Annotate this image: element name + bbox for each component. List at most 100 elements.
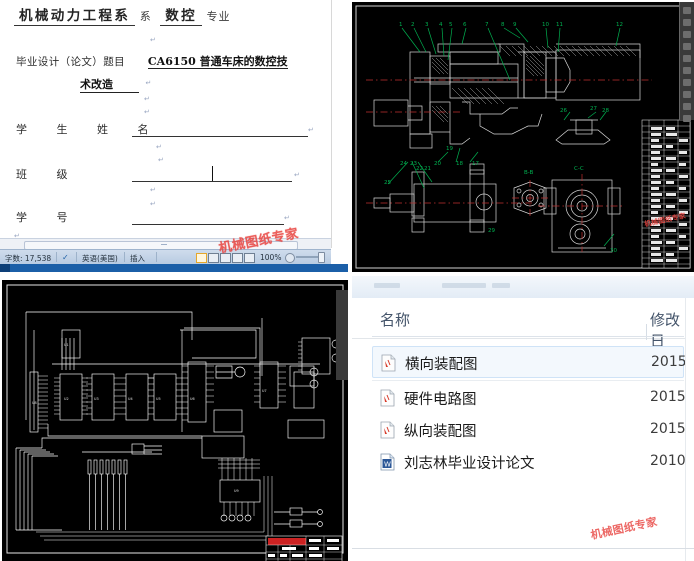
class-field: 班 级 ↵ bbox=[16, 165, 306, 185]
file-row-horizontal-assembly[interactable]: 横向装配图 2015 bbox=[372, 346, 687, 378]
cad-drawing-canvas: 123 456 789 10 11 12 2524 23 22 2120 1918 17 … bbox=[352, 2, 694, 272]
file-row-vertical-assembly[interactable]: 纵向装配图 2015 bbox=[372, 414, 686, 446]
paragraph-mark: ↵ bbox=[156, 144, 162, 151]
svg-text:25: 25 bbox=[384, 180, 391, 186]
student-id-label: 学 号 bbox=[16, 211, 81, 224]
svg-text:U9: U9 bbox=[234, 489, 239, 493]
header-underline bbox=[372, 336, 684, 337]
paragraph-mark: ↵ bbox=[284, 215, 290, 222]
paragraph-mark: ↵ bbox=[144, 96, 150, 103]
paragraph-mark: ↵ bbox=[308, 127, 314, 134]
file-name: 硬件电路图 bbox=[404, 392, 477, 408]
toolbar-print-button[interactable] bbox=[492, 283, 510, 288]
major-underline: 数控 bbox=[160, 4, 203, 26]
zoom-slider-knob[interactable] bbox=[318, 252, 325, 263]
svg-text:U8: U8 bbox=[32, 401, 37, 405]
file-name: 刘志林毕业设计论文 bbox=[404, 456, 535, 472]
explorer-bottom-divider bbox=[350, 548, 694, 549]
svg-text:11: 11 bbox=[556, 22, 563, 28]
word-count-label[interactable]: 字数: 17,538 bbox=[5, 253, 51, 264]
circuit-drawing-canvas: U1 U2 U3 U4 U5 U6 U7 U8 U9 bbox=[2, 280, 348, 561]
text-cursor bbox=[212, 166, 214, 181]
zoom-out-icon[interactable] bbox=[285, 253, 295, 263]
svg-text:U3: U3 bbox=[94, 397, 99, 401]
explorer-right-edge bbox=[685, 298, 694, 561]
svg-text:10: 10 bbox=[542, 22, 549, 28]
composite-screenshot: 机械动力工程系 系 数控 专业 ↵ 毕业设计（论文）题目 CA6150 普通车床… bbox=[0, 0, 694, 561]
view-draft-button[interactable] bbox=[244, 253, 255, 263]
view-print-layout-button[interactable] bbox=[196, 253, 207, 263]
document-header-line: 机械动力工程系 系 数控 专业 bbox=[14, 4, 314, 26]
paragraph-mark: ↵ bbox=[150, 187, 156, 194]
column-divider[interactable] bbox=[646, 324, 647, 340]
language-label[interactable]: 英语(美国) bbox=[82, 253, 118, 264]
student-id-field: 学 号 ↵ bbox=[16, 208, 306, 228]
taskbar-strip bbox=[0, 264, 348, 272]
file-name: 横向装配图 bbox=[405, 357, 478, 373]
view-full-screen-button[interactable] bbox=[208, 253, 219, 263]
paragraph-mark: ↵ bbox=[294, 172, 300, 179]
svg-text:U6: U6 bbox=[190, 397, 195, 401]
file-date: 2015 bbox=[650, 389, 686, 405]
dwg-file-icon bbox=[380, 389, 395, 407]
department-underline: 机械动力工程系 bbox=[14, 4, 136, 26]
svg-text:U2: U2 bbox=[64, 397, 69, 401]
svg-text:3: 3 bbox=[425, 22, 429, 28]
view-outline-button[interactable] bbox=[232, 253, 243, 263]
spellcheck-icon[interactable]: ✓ bbox=[62, 253, 69, 262]
svg-text:18: 18 bbox=[456, 161, 463, 167]
svg-text:7: 7 bbox=[485, 22, 489, 28]
panel-gap-vertical bbox=[348, 0, 352, 561]
student-name-label: 学 生 姓 名 bbox=[16, 123, 162, 136]
svg-text:20: 20 bbox=[434, 161, 441, 167]
insert-mode-label[interactable]: 插入 bbox=[130, 253, 145, 264]
svg-text:29: 29 bbox=[488, 228, 495, 234]
svg-text:21: 21 bbox=[424, 166, 431, 172]
dwg-file-icon bbox=[380, 421, 395, 439]
svg-text:C-C: C-C bbox=[574, 166, 584, 172]
cad-tool-palette[interactable] bbox=[679, 2, 694, 122]
svg-text:U4: U4 bbox=[128, 397, 133, 401]
svg-text:12: 12 bbox=[616, 22, 623, 28]
svg-text:4: 4 bbox=[439, 22, 443, 28]
toolbar-openwith-button[interactable] bbox=[442, 283, 486, 288]
thesis-title-line2: 术改造 bbox=[80, 76, 139, 93]
panel-gap-horizontal bbox=[0, 272, 348, 280]
svg-text:5: 5 bbox=[449, 22, 453, 28]
word-status-bar: 字数: 17,538 ✓ 英语(美国) 插入 100% bbox=[0, 249, 331, 264]
svg-text:9: 9 bbox=[513, 22, 517, 28]
file-date: 2015 bbox=[651, 354, 687, 370]
svg-text:24: 24 bbox=[400, 161, 407, 167]
file-row-hardware-circuit[interactable]: 硬件电路图 2015 bbox=[372, 382, 686, 414]
document-page: 机械动力工程系 系 数控 专业 ↵ 毕业设计（论文）题目 CA6150 普通车床… bbox=[0, 0, 332, 248]
thesis-title-block: 毕业设计（论文）题目 CA6150 普通车床的数控技 术改造 ↵ bbox=[16, 52, 316, 93]
department-text: 机械动力工程系 bbox=[19, 8, 131, 24]
svg-text:19: 19 bbox=[446, 146, 453, 152]
cad-assembly-panel: 123 456 789 10 11 12 25 24 23 22 21 20 19 18 17 … bbox=[352, 2, 694, 272]
svg-text:17: 17 bbox=[472, 161, 479, 167]
major-text: 数控 bbox=[165, 8, 198, 24]
svg-text:27: 27 bbox=[590, 106, 597, 112]
toolbar-organize-button[interactable] bbox=[374, 283, 400, 288]
circuit-schematic-panel: U1 U2 U3 U4 U5 U6 U7 U8 U9 bbox=[2, 280, 348, 561]
paragraph-mark: ↵ bbox=[144, 109, 150, 116]
department-suffix: 系 bbox=[139, 10, 152, 23]
explorer-toolbar[interactable] bbox=[350, 276, 694, 299]
cad-tool-palette-secondary[interactable] bbox=[336, 290, 348, 380]
svg-text:U1: U1 bbox=[64, 343, 69, 347]
paragraph-mark: ↵ bbox=[150, 201, 156, 208]
svg-text:U7: U7 bbox=[262, 389, 267, 393]
thesis-title-line1: CA6150 普通车床的数控技 bbox=[147, 55, 288, 69]
svg-text:1: 1 bbox=[399, 22, 403, 28]
file-row-thesis-document[interactable]: W 刘志林毕业设计论文 2010 bbox=[372, 446, 686, 478]
svg-text:28: 28 bbox=[602, 108, 609, 114]
column-header-name[interactable]: 名称 bbox=[380, 309, 410, 330]
zoom-level-label[interactable]: 100% bbox=[260, 253, 281, 262]
file-date: 2010 bbox=[650, 453, 686, 469]
class-label: 班 级 bbox=[16, 168, 81, 181]
svg-text:26: 26 bbox=[560, 108, 567, 114]
svg-text:B-B: B-B bbox=[524, 170, 534, 176]
svg-text:22: 22 bbox=[416, 166, 423, 172]
student-name-field: 学 生 姓 名 ↵ bbox=[16, 120, 314, 140]
file-date: 2015 bbox=[650, 421, 686, 437]
